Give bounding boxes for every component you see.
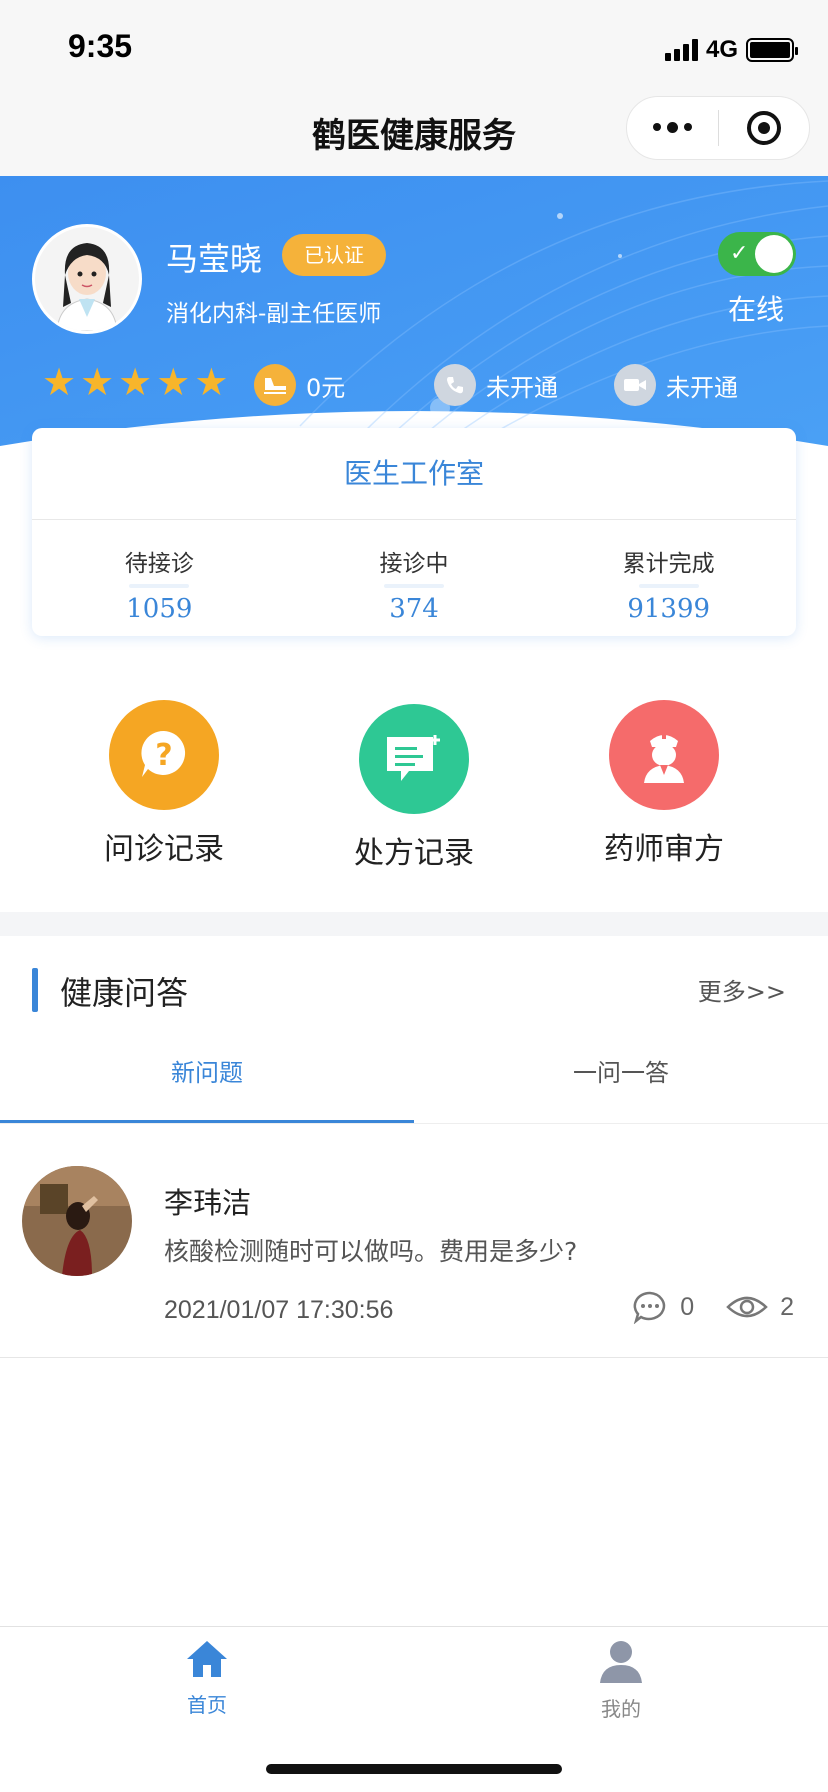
studio-stats: 待接诊 1059 接诊中 374 累计完成 91399: [32, 520, 796, 636]
signal-icon: [664, 39, 698, 61]
question-time: 2021/01/07 17:30:56: [164, 1296, 394, 1324]
view-count: 2: [780, 1292, 794, 1321]
video-status: 未开通: [666, 373, 738, 402]
tab-new-questions[interactable]: 新问题: [0, 1040, 414, 1124]
consult-fee: 0元: [254, 364, 345, 406]
prescription-icon: [359, 704, 469, 814]
home-indicator: [266, 1764, 562, 1774]
shortcut-pharmacist-review[interactable]: 药师审方: [564, 700, 764, 868]
more-link[interactable]: 更多>>: [698, 972, 786, 1007]
doctor-department: 消化内科-副主任医师: [166, 301, 382, 327]
question-list-item[interactable]: 李玮洁 核酸检测随时可以做吗。费用是多少? 2021/01/07 17:30:5…: [0, 1124, 828, 1358]
shortcut-label: 处方记录: [354, 836, 474, 871]
star-icon: ★: [80, 360, 115, 404]
miniprogram-capsule: [626, 96, 810, 160]
svg-text:?: ?: [155, 738, 172, 773]
stat-completed[interactable]: 累计完成 91399: [541, 520, 796, 636]
phone-icon: [434, 364, 476, 406]
section-title: 健康问答: [60, 974, 189, 1012]
status-indicators: 4G: [664, 36, 798, 64]
tab-home[interactable]: 首页: [0, 1637, 414, 1718]
shortcut-label: 药师审方: [604, 832, 724, 867]
section-divider: [0, 912, 828, 936]
stat-value: 91399: [627, 594, 711, 624]
tab-label: 我的: [601, 1697, 641, 1721]
tab-label: 首页: [187, 1693, 227, 1717]
shortcut-grid: ? 问诊记录 处方记录 药师审方: [0, 686, 828, 892]
check-icon: ✓: [730, 241, 749, 266]
close-button[interactable]: [719, 111, 810, 145]
fee-icon: [254, 364, 296, 406]
battery-icon: [746, 38, 798, 62]
stat-in-progress[interactable]: 接诊中 374: [287, 520, 542, 636]
shortcut-prescription-records[interactable]: 处方记录: [314, 704, 514, 872]
star-icon: ★: [156, 360, 191, 404]
status-time: 9:35: [68, 28, 133, 64]
section-accent: [32, 968, 38, 1012]
shortcut-consult-records[interactable]: ? 问诊记录: [64, 700, 264, 868]
more-button[interactable]: [627, 122, 718, 133]
online-status-label: 在线: [728, 293, 785, 326]
studio-title: 医生工作室: [32, 428, 796, 520]
stat-pending[interactable]: 待接诊 1059: [32, 520, 287, 636]
star-icon: ★: [194, 360, 229, 404]
star-icon: ★: [118, 360, 153, 404]
tab-one-qa[interactable]: 一问一答: [414, 1040, 828, 1124]
qa-tabs: 新问题 一问一答: [0, 1040, 828, 1124]
asker-name: 李玮洁: [164, 1186, 252, 1220]
stat-value: 374: [389, 594, 439, 624]
avatar: [22, 1166, 132, 1276]
doctor-name: 马莹晓: [166, 240, 263, 278]
network-label: 4G: [705, 36, 738, 63]
online-toggle[interactable]: ✓: [718, 232, 796, 276]
stat-label: 累计完成: [622, 551, 715, 577]
stat-value: 1059: [126, 594, 193, 624]
verified-badge: 已认证: [282, 234, 386, 276]
video-consult: 未开通: [614, 364, 738, 406]
user-icon: [600, 1641, 642, 1683]
target-icon: [746, 111, 781, 145]
question-text: 核酸检测随时可以做吗。费用是多少?: [164, 1237, 578, 1266]
navbar: 鹤医健康服务: [0, 96, 828, 176]
phone-status: 未开通: [486, 373, 558, 402]
phone-consult: 未开通: [434, 364, 558, 406]
pharmacist-icon: [609, 700, 719, 810]
doctor-avatar[interactable]: [32, 224, 142, 334]
active-tab-indicator: [0, 1120, 414, 1123]
question-bubble-icon: ?: [109, 700, 219, 810]
comment-count: 0: [680, 1292, 695, 1321]
eye-icon: [726, 1296, 768, 1318]
shortcut-label: 问诊记录: [104, 832, 224, 867]
stat-label: 接诊中: [379, 551, 449, 577]
tab-profile[interactable]: 我的: [414, 1637, 828, 1722]
fee-value: 0元: [306, 373, 346, 402]
question-meta: 0 2: [632, 1290, 794, 1324]
health-qa-header: 健康问答 更多>>: [0, 956, 828, 1026]
doctor-studio-card[interactable]: 医生工作室 待接诊 1059 接诊中 374 累计完成 91399: [32, 428, 796, 636]
status-bar: 9:35 4G: [0, 0, 828, 96]
video-icon: [614, 364, 656, 406]
star-icon: ★: [42, 360, 77, 404]
rating-stars: ★ ★ ★ ★ ★: [42, 362, 228, 402]
stat-label: 待接诊: [124, 551, 194, 577]
home-icon: [187, 1641, 227, 1677]
comment-icon: [633, 1291, 666, 1324]
